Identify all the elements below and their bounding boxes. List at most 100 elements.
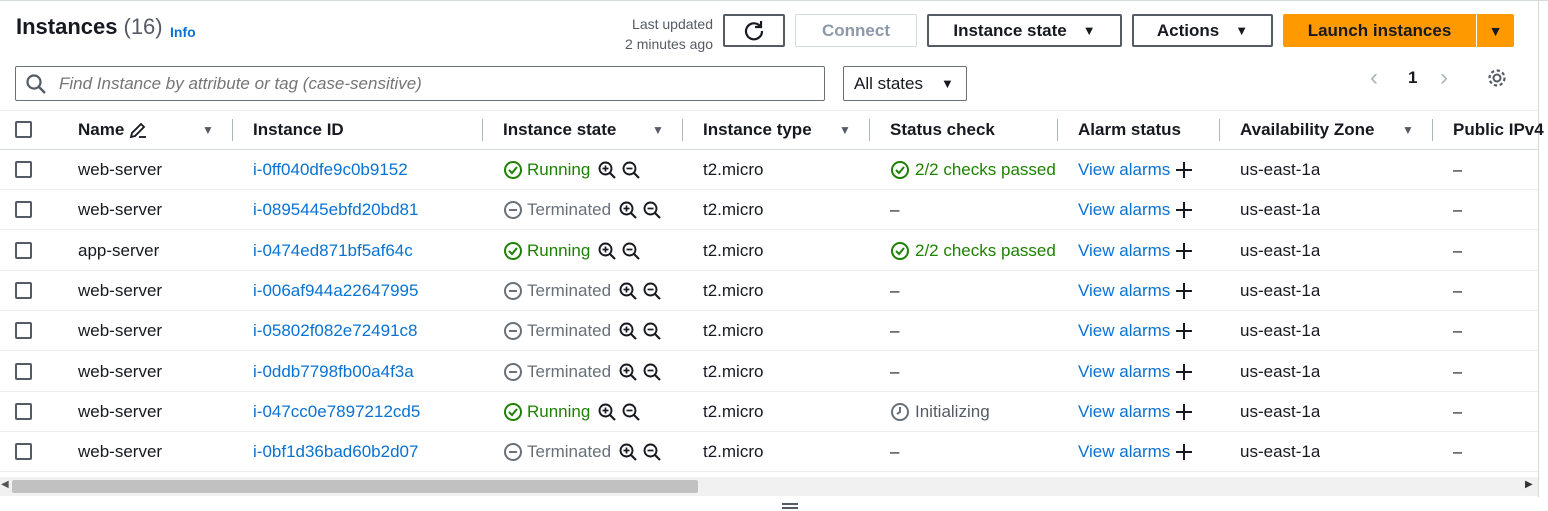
info-link[interactable]: Info xyxy=(170,24,196,40)
launch-dropdown-button[interactable]: ▼ xyxy=(1477,14,1514,47)
connect-button[interactable]: Connect xyxy=(795,14,917,47)
sort-caret-icon[interactable]: ▼ xyxy=(652,123,664,137)
instance-id-link[interactable]: i-047cc0e7897212cd5 xyxy=(253,392,420,432)
plus-icon[interactable] xyxy=(1174,442,1194,462)
zoom-in-icon[interactable] xyxy=(619,363,637,381)
status-check-text: Initializing xyxy=(915,401,990,421)
table-row[interactable]: web-server i-05802f082e72491c8 Terminated t… xyxy=(0,311,1538,352)
column-header-name[interactable]: Name xyxy=(78,111,148,149)
scrollbar-thumb[interactable] xyxy=(12,480,698,493)
scroll-right-icon[interactable]: ▶ xyxy=(1525,479,1533,490)
plus-icon[interactable] xyxy=(1174,160,1194,180)
row-checkbox[interactable] xyxy=(15,241,32,259)
plus-icon[interactable] xyxy=(1174,281,1194,301)
zoom-out-icon[interactable] xyxy=(643,363,661,381)
column-header-instance-id[interactable]: Instance ID xyxy=(253,111,344,149)
row-checkbox[interactable] xyxy=(15,443,32,461)
prev-page-icon[interactable]: ‹ xyxy=(1370,64,1378,91)
view-alarms-link[interactable]: View alarms xyxy=(1078,271,1194,311)
instance-state-text: Running xyxy=(527,240,591,260)
column-separator[interactable] xyxy=(482,119,483,141)
next-page-icon[interactable]: › xyxy=(1440,64,1448,91)
zoom-out-icon[interactable] xyxy=(622,403,641,421)
plus-icon[interactable] xyxy=(1174,321,1194,341)
page-number[interactable]: 1 xyxy=(1408,66,1417,90)
zoom-in-icon[interactable] xyxy=(619,201,637,220)
column-separator[interactable] xyxy=(869,119,870,141)
table-row[interactable]: web-server i-0ddb7798fb00a4f3a Terminated t… xyxy=(0,352,1538,392)
plus-icon[interactable] xyxy=(1174,402,1194,422)
table-row[interactable]: app-server i-0474ed871bf5af64c Running t2.m… xyxy=(0,231,1538,271)
instance-id-link[interactable]: i-05802f082e72491c8 xyxy=(253,311,417,351)
zoom-in-icon[interactable] xyxy=(598,161,617,179)
state-filter-select[interactable]: All states ▼ xyxy=(843,66,967,101)
zoom-in-icon[interactable] xyxy=(619,322,637,340)
resize-handle[interactable] xyxy=(782,503,798,509)
column-separator[interactable] xyxy=(1432,119,1433,141)
row-checkbox[interactable] xyxy=(15,322,32,340)
sort-caret-icon[interactable]: ▼ xyxy=(1402,123,1414,137)
column-separator[interactable] xyxy=(1057,119,1058,141)
plus-icon[interactable] xyxy=(1174,362,1194,382)
zoom-out-icon[interactable] xyxy=(643,282,661,300)
zoom-in-icon[interactable] xyxy=(598,403,617,421)
view-alarms-link[interactable]: View alarms xyxy=(1078,392,1194,432)
column-header-status-check[interactable]: Status check xyxy=(890,111,995,149)
column-separator[interactable] xyxy=(232,119,233,141)
view-alarms-link[interactable]: View alarms xyxy=(1078,432,1194,472)
row-checkbox[interactable] xyxy=(15,161,32,178)
horizontal-scrollbar[interactable]: ◀ ▶ xyxy=(0,477,1538,496)
launch-instances-button[interactable]: Launch instances xyxy=(1283,14,1476,47)
table-row[interactable]: web-server i-0895445ebfd20bd81 Terminated t… xyxy=(0,190,1538,231)
row-checkbox[interactable] xyxy=(15,362,32,380)
row-checkbox[interactable] xyxy=(15,402,32,420)
instance-id-link[interactable]: i-0474ed871bf5af64c xyxy=(253,231,413,271)
column-separator[interactable] xyxy=(682,119,683,141)
search-input[interactable] xyxy=(57,72,797,95)
refresh-button[interactable] xyxy=(723,14,785,47)
instance-id-link[interactable]: i-0895445ebfd20bd81 xyxy=(253,190,418,230)
status-check: – xyxy=(890,432,1057,472)
view-alarms-link[interactable]: View alarms xyxy=(1078,190,1194,230)
sort-caret-icon[interactable]: ▼ xyxy=(839,123,851,137)
instance-id-link[interactable]: i-0bf1d36bad60b2d07 xyxy=(253,432,418,472)
zoom-in-icon[interactable] xyxy=(619,443,637,461)
table-row[interactable]: web-server i-047cc0e7897212cd5 Running t2.m… xyxy=(0,392,1538,432)
table-row[interactable]: web-server i-0ff040dfe9c0b9152 Running t2.m… xyxy=(0,150,1538,190)
column-header-public-ipv4[interactable]: Public IPv4 xyxy=(1453,111,1544,149)
plus-icon[interactable] xyxy=(1174,241,1194,261)
instance-id-link[interactable]: i-0ff040dfe9c0b9152 xyxy=(253,150,408,190)
instance-id-link[interactable]: i-006af944a22647995 xyxy=(253,271,418,311)
launch-label: Launch instances xyxy=(1307,20,1452,40)
table-row[interactable]: web-server i-0bf1d36bad60b2d07 Terminated t… xyxy=(0,432,1538,473)
column-header-instance-state[interactable]: Instance state xyxy=(503,111,616,149)
zoom-in-icon[interactable] xyxy=(619,282,637,300)
view-alarms-link[interactable]: View alarms xyxy=(1078,352,1194,392)
instance-state-button[interactable]: Instance state ▼ xyxy=(927,14,1122,47)
zoom-out-icon[interactable] xyxy=(643,322,661,340)
zoom-in-icon[interactable] xyxy=(598,242,617,260)
zoom-out-icon[interactable] xyxy=(622,161,641,179)
column-header-availability-zone[interactable]: Availability Zone xyxy=(1240,111,1374,149)
select-all-checkbox[interactable] xyxy=(15,121,32,138)
view-alarms-link[interactable]: View alarms xyxy=(1078,311,1194,351)
view-alarms-link[interactable]: View alarms xyxy=(1078,231,1194,271)
column-header-alarm-status[interactable]: Alarm status xyxy=(1078,111,1181,149)
zoom-out-icon[interactable] xyxy=(643,443,661,461)
zoom-out-icon[interactable] xyxy=(643,201,661,220)
gear-icon[interactable] xyxy=(1486,67,1508,89)
row-checkbox[interactable] xyxy=(15,281,32,299)
plus-icon[interactable] xyxy=(1174,200,1194,220)
column-separator[interactable] xyxy=(1219,119,1220,141)
column-header-instance-type[interactable]: Instance type xyxy=(703,111,812,149)
instance-state: Terminated xyxy=(503,352,661,392)
sort-caret-icon[interactable]: ▼ xyxy=(202,123,214,137)
search-box[interactable] xyxy=(15,66,825,101)
instance-id-link[interactable]: i-0ddb7798fb00a4f3a xyxy=(253,352,414,392)
zoom-out-icon[interactable] xyxy=(622,242,641,260)
table-row[interactable]: web-server i-006af944a22647995 Terminated t… xyxy=(0,271,1538,311)
view-alarms-link[interactable]: View alarms xyxy=(1078,150,1194,190)
row-checkbox[interactable] xyxy=(15,201,32,219)
scroll-left-icon[interactable]: ◀ xyxy=(1,479,9,490)
actions-button[interactable]: Actions ▼ xyxy=(1132,14,1273,47)
